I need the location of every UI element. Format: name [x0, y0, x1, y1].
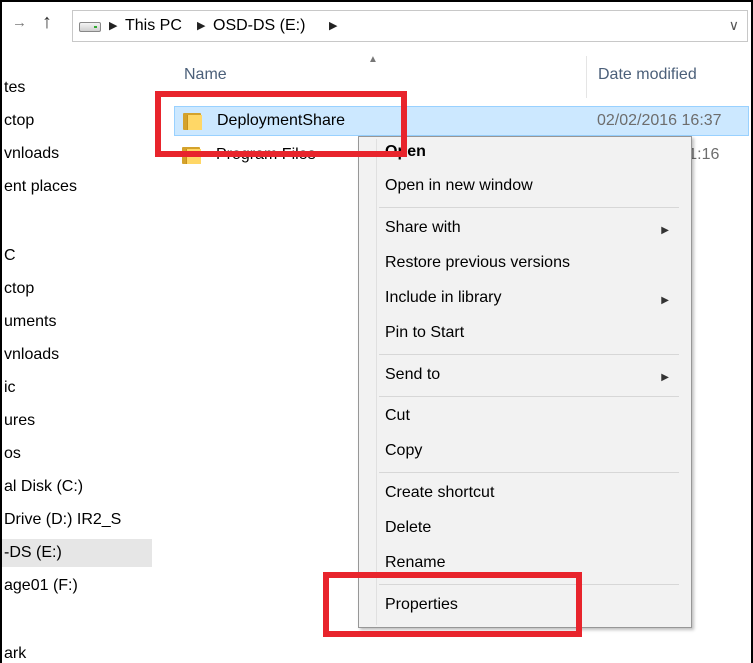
column-header-name[interactable]: Name	[184, 66, 227, 84]
file-date-modified: 02/02/2016 16:37	[597, 112, 722, 129]
menu-separator	[379, 354, 679, 355]
menu-item-send-to[interactable]: Send to	[385, 366, 440, 384]
menu-item-cut[interactable]: Cut	[385, 407, 410, 425]
nav-item-desktop-fav[interactable]: ctop	[2, 107, 34, 135]
menu-item-delete[interactable]: Delete	[385, 519, 431, 537]
nav-item-osd-ds-e[interactable]: -DS (E:)	[2, 539, 152, 567]
navigation-bar: → ↑ ▶ This PC ▶ OSD-DS (E:) ▶ ∨	[2, 2, 751, 48]
address-bar[interactable]: ▶ This PC ▶ OSD-DS (E:) ▶ ∨	[72, 10, 748, 42]
nav-item-local-disk-c[interactable]: al Disk (C:)	[2, 473, 83, 501]
breadcrumb-this-pc[interactable]: This PC	[125, 17, 182, 35]
nav-item-recent-places[interactable]: ent places	[2, 173, 77, 201]
menu-item-share-with[interactable]: Share with	[385, 219, 461, 237]
nav-item-downloads-fav[interactable]: vnloads	[2, 140, 59, 168]
nav-item-drive-d[interactable]: Drive (D:) IR2_S	[2, 506, 121, 534]
annotation-box-deploymentshare	[155, 91, 407, 157]
up-arrow-icon[interactable]: ↑	[42, 11, 52, 34]
nav-item-music[interactable]: ic	[2, 374, 16, 402]
nav-item-documents[interactable]: uments	[2, 308, 56, 336]
menu-separator	[379, 207, 679, 208]
submenu-arrow-icon: ▶	[661, 295, 669, 306]
forward-icon[interactable]: →	[12, 14, 27, 31]
nav-item-storage-f[interactable]: age01 (F:)	[2, 572, 78, 600]
drive-icon	[79, 22, 101, 32]
breadcrumb-separator-icon[interactable]: ▶	[197, 19, 205, 32]
breadcrumb-separator-icon[interactable]: ▶	[329, 19, 337, 32]
menu-item-rename[interactable]: Rename	[385, 554, 445, 572]
menu-item-pin-to-start[interactable]: Pin to Start	[385, 324, 464, 342]
context-menu: Open Open in new window Share with ▶ Res…	[358, 136, 692, 628]
column-header-date-modified[interactable]: Date modified	[598, 66, 697, 84]
menu-separator	[379, 472, 679, 473]
menu-item-restore-previous-versions[interactable]: Restore previous versions	[385, 254, 570, 272]
submenu-arrow-icon: ▶	[661, 225, 669, 236]
nav-item-videos[interactable]: os	[2, 440, 21, 468]
menu-separator	[379, 396, 679, 397]
sort-ascending-icon: ▲	[368, 54, 378, 65]
address-dropdown-icon[interactable]: ∨	[729, 17, 739, 34]
menu-item-open-new-window[interactable]: Open in new window	[385, 177, 533, 195]
nav-item-network[interactable]: ark	[2, 640, 26, 663]
navigation-pane: tes ctop vnloads ent places C ctop ument…	[2, 48, 154, 663]
annotation-box-properties	[323, 572, 582, 637]
nav-item-favorites[interactable]: tes	[2, 74, 25, 102]
nav-item-pictures[interactable]: ures	[2, 407, 35, 435]
menu-item-copy[interactable]: Copy	[385, 442, 422, 460]
submenu-arrow-icon: ▶	[661, 372, 669, 383]
nav-item-this-pc[interactable]: C	[2, 242, 16, 270]
column-divider[interactable]	[586, 56, 587, 98]
breadcrumb-separator-icon[interactable]: ▶	[109, 19, 117, 32]
nav-item-downloads[interactable]: vnloads	[2, 341, 59, 369]
breadcrumb-osd-ds[interactable]: OSD-DS (E:)	[213, 17, 305, 35]
menu-gutter	[376, 139, 377, 625]
nav-item-desktop[interactable]: ctop	[2, 275, 34, 303]
menu-item-include-in-library[interactable]: Include in library	[385, 289, 502, 307]
menu-item-create-shortcut[interactable]: Create shortcut	[385, 484, 494, 502]
